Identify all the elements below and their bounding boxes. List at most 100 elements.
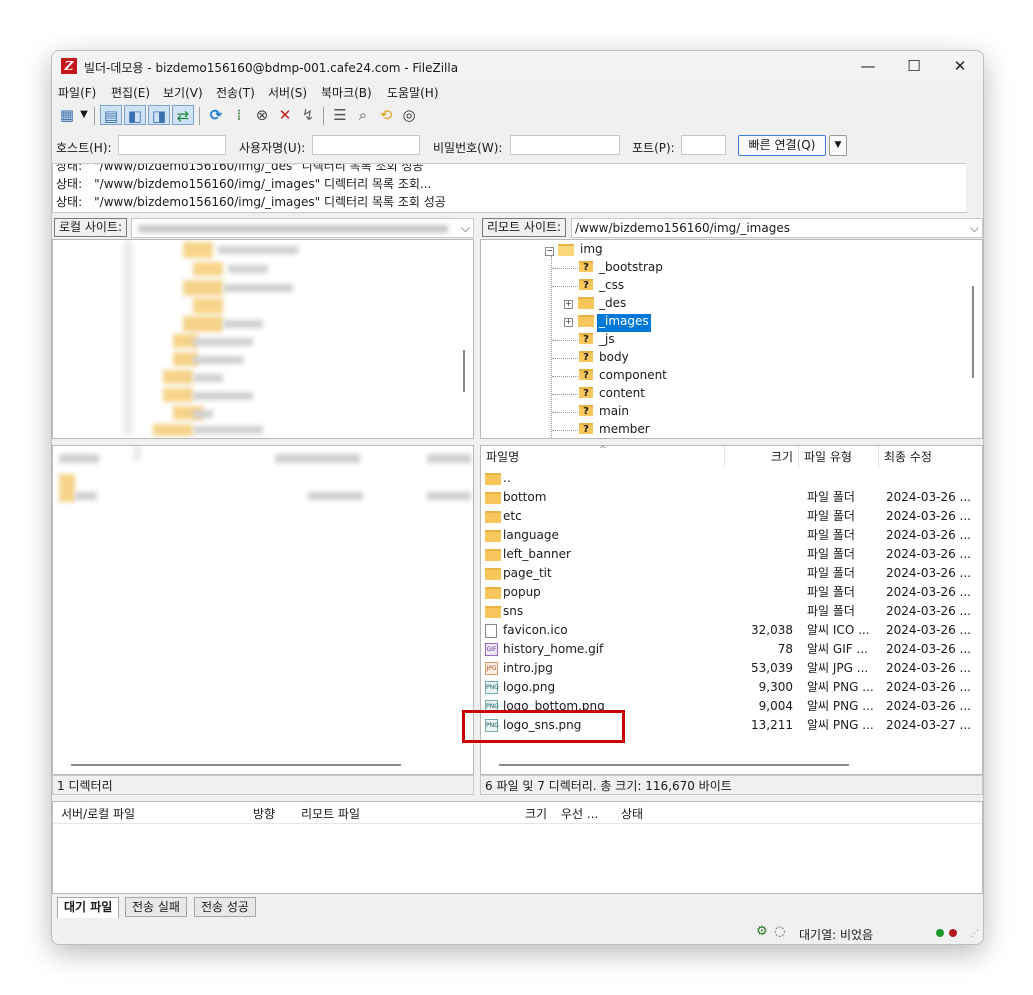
file-row[interactable]: GIF history_home.gif 78 알씨 GIF ... 2024-03-2…: [481, 640, 982, 659]
file-row[interactable]: left_banner 파일 폴더 2024-03-26 ...: [481, 545, 982, 564]
queue-column-status[interactable]: 상태: [621, 805, 643, 822]
local-tree[interactable]: [52, 239, 474, 439]
menu-transfer[interactable]: 전송(T): [216, 84, 255, 101]
menu-file[interactable]: 파일(F): [58, 84, 96, 101]
local-path-input[interactable]: ⌵: [131, 218, 474, 238]
tab-queued-files[interactable]: 대기 파일: [57, 897, 120, 918]
tree-item[interactable]: body: [599, 350, 629, 368]
quickconnect-button[interactable]: 빠른 연결(Q): [738, 135, 826, 156]
tree-item[interactable]: _css: [599, 278, 624, 296]
queue-column-server-file[interactable]: 서버/로컬 파일: [61, 805, 135, 822]
local-row-redacted: [427, 492, 471, 500]
password-input[interactable]: [510, 135, 620, 155]
highlight-annotation: [462, 710, 625, 743]
column-header-type[interactable]: 파일 유형: [799, 446, 879, 468]
remote-path-input[interactable]: /www/bizdemo156160/img/_images ⌵: [571, 218, 983, 238]
file-type: 파일 폴더: [807, 547, 855, 561]
menu-bookmarks[interactable]: 북마크(B): [321, 84, 372, 101]
collapse-icon[interactable]: −: [545, 247, 554, 256]
file-name: ..: [503, 471, 511, 485]
tree-item-img[interactable]: img: [580, 242, 603, 260]
quickconnect-dropdown-icon[interactable]: ▼: [829, 135, 847, 156]
remote-tree[interactable]: − img ? _bootstrap ? _css + _des + _imag…: [480, 239, 983, 439]
file-name: etc: [503, 509, 522, 523]
message-log[interactable]: 상태: "/www/bizdemo156160/img/_des" 디렉터리 목록…: [52, 163, 967, 213]
toggle-log-icon[interactable]: ▤: [100, 105, 122, 125]
sync-browsing-icon[interactable]: ⟲: [375, 105, 397, 125]
resize-grip-icon[interactable]: ⋰: [970, 929, 979, 939]
remote-tree-scrollbar[interactable]: [972, 286, 974, 378]
process-queue-icon[interactable]: ⁞: [228, 105, 250, 125]
tree-item[interactable]: content: [599, 386, 645, 404]
tree-item[interactable]: component: [599, 368, 667, 386]
username-input[interactable]: [312, 135, 420, 155]
log-scrollbar[interactable]: [966, 163, 983, 211]
tree-item[interactable]: _js: [599, 332, 615, 350]
file-row[interactable]: language 파일 폴더 2024-03-26 ...: [481, 526, 982, 545]
queue-column-remote-file[interactable]: 리모트 파일: [301, 805, 360, 822]
toggle-queue-icon[interactable]: ⇄: [172, 105, 194, 125]
close-button[interactable]: ✕: [937, 51, 983, 81]
tree-item[interactable]: _des: [599, 296, 626, 314]
file-row[interactable]: JPG intro.jpg 53,039 알씨 JPG ... 2024-03-26 .…: [481, 659, 982, 678]
speed-limit-icon[interactable]: ◌: [774, 924, 785, 939]
unknown-folder-icon: ?: [579, 405, 593, 417]
transfer-queue[interactable]: 서버/로컬 파일 방향 리모트 파일 크기 우선 ... 상태: [52, 801, 983, 894]
local-file-list[interactable]: [52, 445, 474, 775]
local-tree-redacted: [193, 338, 253, 346]
cancel-operation-icon[interactable]: ⊗: [251, 105, 273, 125]
tab-successful-transfers[interactable]: 전송 성공: [194, 897, 256, 917]
local-tree-scrollbar[interactable]: [463, 350, 465, 392]
tab-failed-transfers[interactable]: 전송 실패: [125, 897, 187, 917]
expand-icon[interactable]: +: [564, 300, 573, 309]
disconnect-icon[interactable]: ✕: [274, 105, 296, 125]
menu-edit[interactable]: 편집(E): [111, 84, 150, 101]
file-row[interactable]: ..: [481, 469, 982, 488]
minimize-button[interactable]: —: [845, 51, 891, 81]
file-row[interactable]: PNG logo.png 9,300 알씨 PNG ... 2024-03-26 ...: [481, 678, 982, 697]
toggle-remote-tree-icon[interactable]: ◨: [148, 105, 170, 125]
file-row[interactable]: popup 파일 폴더 2024-03-26 ...: [481, 583, 982, 602]
site-manager-icon[interactable]: ▦: [56, 105, 78, 125]
port-input[interactable]: [681, 135, 726, 155]
column-header-size[interactable]: 크기: [725, 446, 799, 468]
tree-item[interactable]: _bootstrap: [599, 260, 663, 278]
folder-icon: [485, 606, 501, 618]
directory-compare-icon[interactable]: ⌕: [352, 105, 374, 125]
refresh-icon[interactable]: ⟳: [205, 105, 227, 125]
menu-server[interactable]: 서버(S): [268, 84, 307, 101]
local-tree-redacted: [193, 262, 223, 276]
column-header-modified[interactable]: 최종 수정: [879, 446, 982, 468]
remote-list-hscrollbar[interactable]: [499, 764, 849, 766]
directory-filter-icon[interactable]: ☰: [329, 105, 351, 125]
remote-status: 6 파일 및 7 디렉터리. 총 크기: 116,670 바이트: [480, 775, 983, 795]
toggle-local-tree-icon[interactable]: ◧: [124, 105, 146, 125]
tree-item[interactable]: member: [599, 422, 650, 438]
file-row[interactable]: etc 파일 폴더 2024-03-26 ...: [481, 507, 982, 526]
reconnect-icon[interactable]: ↯: [297, 105, 319, 125]
queue-column-priority[interactable]: 우선 ...: [561, 805, 598, 822]
tree-guide-line: [552, 358, 578, 360]
queue-column-direction[interactable]: 방향: [253, 805, 275, 822]
file-modified: 2024-03-26 ...: [886, 642, 971, 656]
file-row[interactable]: page_tit 파일 폴더 2024-03-26 ...: [481, 564, 982, 583]
chevron-down-icon[interactable]: ⌵: [970, 219, 979, 237]
site-manager-dropdown-icon[interactable]: ▼: [78, 105, 90, 125]
tree-item-selected[interactable]: _images: [597, 314, 651, 332]
menu-help[interactable]: 도움말(H): [387, 84, 439, 101]
toolbar-separator: [199, 107, 200, 125]
menu-view[interactable]: 보기(V): [163, 84, 203, 101]
host-input[interactable]: [118, 135, 226, 155]
file-row[interactable]: bottom 파일 폴더 2024-03-26 ...: [481, 488, 982, 507]
expand-icon[interactable]: +: [564, 318, 573, 327]
maximize-button[interactable]: ☐: [891, 51, 937, 81]
chevron-down-icon[interactable]: ⌵: [461, 219, 470, 237]
search-binoculars-icon[interactable]: ◎: [398, 105, 420, 125]
gear-icon[interactable]: ⚙: [756, 924, 768, 939]
queue-column-size[interactable]: 크기: [525, 805, 547, 822]
file-type: 알씨 JPG ...: [807, 661, 869, 675]
local-list-hscrollbar[interactable]: [71, 764, 401, 766]
file-row[interactable]: favicon.ico 32,038 알씨 ICO ... 2024-03-26 ..…: [481, 621, 982, 640]
tree-item[interactable]: main: [599, 404, 629, 422]
file-row[interactable]: sns 파일 폴더 2024-03-26 ...: [481, 602, 982, 621]
